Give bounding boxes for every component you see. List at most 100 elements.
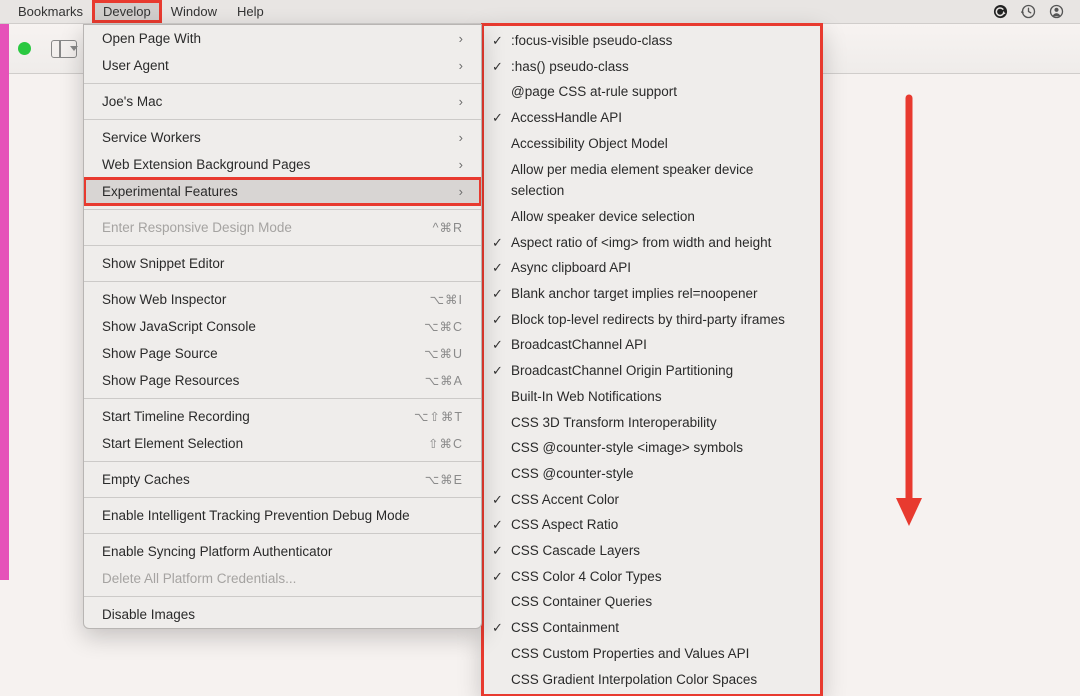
menu-separator [84, 596, 481, 597]
menu-timeline-recording[interactable]: Start Timeline Recording ⌥⇧⌘T [84, 403, 481, 430]
experimental-feature-item[interactable]: CSS Container Queries [483, 589, 821, 615]
feature-label: CSS Container Queries [511, 594, 652, 609]
experimental-feature-item[interactable]: ✓Block top-level redirects by third-part… [483, 307, 821, 333]
menu-delete-platform-credentials[interactable]: Delete All Platform Credentials... [84, 565, 481, 592]
feature-label: CSS Accent Color [511, 492, 619, 507]
menu-label: Show Web Inspector [102, 292, 226, 307]
experimental-feature-item[interactable]: ✓ Blank anchor target implies rel=noopene… [483, 281, 821, 307]
experimental-feature-item[interactable]: Allow speaker device selection [483, 204, 821, 230]
menu-element-selection[interactable]: Start Element Selection ⇧⌘C [84, 430, 481, 457]
experimental-feature-item[interactable]: Built-In Web Notifications [483, 384, 821, 410]
experimental-feature-item[interactable]: ✓ :has() pseudo-class [483, 54, 821, 80]
feature-label: CSS @counter-style <image> symbols [511, 440, 743, 455]
check-icon: ✓ [492, 283, 503, 305]
feature-label: Allow per media element speaker device s… [511, 162, 753, 199]
menu-open-page-with[interactable]: Open Page With › [84, 25, 481, 52]
experimental-feature-item[interactable]: ✓BroadcastChannel API [483, 332, 821, 358]
menu-separator [84, 398, 481, 399]
menu-label: Show JavaScript Console [102, 319, 256, 334]
chevron-right-icon: › [459, 58, 463, 73]
check-icon: ✓ [492, 566, 503, 588]
experimental-feature-item[interactable]: CSS @counter-style [483, 461, 821, 487]
menu-shortcut: ⌥⌘E [425, 472, 463, 487]
chevron-right-icon: › [459, 130, 463, 145]
experimental-feature-item[interactable]: ✓ :focus-visible pseudo-class [483, 28, 821, 54]
experimental-feature-item[interactable]: ✓Async clipboard API [483, 255, 821, 281]
sidebar-toggle-icon[interactable] [51, 40, 77, 58]
traffic-light-green[interactable] [18, 42, 31, 55]
feature-label: :has() pseudo-class [511, 59, 629, 74]
menu-label: Show Page Source [102, 346, 218, 361]
menu-label: Empty Caches [102, 472, 190, 487]
menu-page-resources[interactable]: Show Page Resources ⌥⌘A [84, 367, 481, 394]
menu-enable-sync-authenticator[interactable]: Enable Syncing Platform Authenticator [84, 538, 481, 565]
menu-responsive-design[interactable]: Enter Responsive Design Mode ^⌘R [84, 214, 481, 241]
feature-label: Blank anchor target implies rel=noopener [511, 286, 758, 301]
menu-js-console[interactable]: Show JavaScript Console ⌥⌘C [84, 313, 481, 340]
menu-separator [84, 497, 481, 498]
experimental-feature-item[interactable]: CSS Gradient Interpolation Color Spaces [483, 667, 821, 693]
menubar-left: Bookmarks Develop Window Help [8, 1, 274, 22]
experimental-feature-item[interactable]: ✓CSS Accent Color [483, 487, 821, 513]
feature-label: CSS Custom Properties and Values API [511, 646, 749, 661]
menu-label: Disable Images [102, 607, 195, 622]
menubar-window[interactable]: Window [161, 1, 227, 22]
grammarly-icon[interactable] [992, 4, 1008, 20]
menu-experimental-features[interactable]: Experimental Features › [84, 178, 481, 205]
check-icon: ✓ [492, 257, 503, 279]
feature-label: Block top-level redirects by third-party… [511, 312, 785, 327]
menu-user-agent[interactable]: User Agent › [84, 52, 481, 79]
feature-label: :focus-visible pseudo-class [511, 33, 672, 48]
menu-shortcut: ⌥⌘A [425, 373, 463, 388]
menu-separator [84, 281, 481, 282]
menu-enable-itp[interactable]: Enable Intelligent Tracking Prevention D… [84, 502, 481, 529]
menu-shortcut: ⌥⌘U [424, 346, 463, 361]
menu-snippet-editor[interactable]: Show Snippet Editor [84, 250, 481, 277]
menu-label: Delete All Platform Credentials... [102, 571, 296, 586]
feature-label: Allow speaker device selection [511, 209, 695, 224]
experimental-feature-item[interactable]: ✓ CSS Color 4 Color Types [483, 564, 821, 590]
feature-label: Accessibility Object Model [511, 136, 668, 151]
experimental-feature-item[interactable]: ✓AccessHandle API [483, 105, 821, 131]
history-icon[interactable] [1020, 4, 1036, 20]
experimental-feature-item[interactable]: ✓CSS Cascade Layers [483, 538, 821, 564]
chevron-right-icon: › [459, 94, 463, 109]
window-accent-strip [0, 24, 9, 580]
user-icon[interactable] [1048, 4, 1064, 20]
menubar-help[interactable]: Help [227, 1, 274, 22]
experimental-feature-item[interactable]: ✓BroadcastChannel Origin Partitioning [483, 358, 821, 384]
check-icon: ✓ [492, 540, 503, 562]
menu-joes-mac[interactable]: Joe's Mac › [84, 88, 481, 115]
menubar-right [992, 4, 1072, 20]
experimental-feature-item[interactable]: CSS @counter-style <image> symbols [483, 435, 821, 461]
check-icon: ✓ [492, 30, 503, 52]
experimental-feature-item[interactable]: ✓CSS Containment [483, 615, 821, 641]
experimental-feature-item[interactable]: Accessibility Object Model [483, 131, 821, 157]
menu-shortcut: ^⌘R [433, 220, 463, 235]
experimental-feature-item[interactable]: ✓Aspect ratio of <img> from width and he… [483, 230, 821, 256]
menubar-bookmarks[interactable]: Bookmarks [8, 1, 93, 22]
menu-web-inspector[interactable]: Show Web Inspector ⌥⌘I [84, 286, 481, 313]
check-icon: ✓ [492, 56, 503, 78]
experimental-feature-item[interactable]: CSS 3D Transform Interoperability [483, 410, 821, 436]
experimental-feature-item[interactable]: Allow per media element speaker device s… [483, 157, 821, 204]
menu-page-source[interactable]: Show Page Source ⌥⌘U [84, 340, 481, 367]
feature-label: CSS Color 4 Color Types [511, 569, 662, 584]
experimental-features-submenu: ✓ :focus-visible pseudo-class ✓ :has() pseu… [482, 24, 822, 696]
menu-empty-caches[interactable]: Empty Caches ⌥⌘E [84, 466, 481, 493]
feature-label: CSS Aspect Ratio [511, 517, 618, 532]
check-icon: ✓ [492, 107, 503, 129]
menu-label: Start Element Selection [102, 436, 243, 451]
menu-web-extension-bg[interactable]: Web Extension Background Pages › [84, 151, 481, 178]
menu-label: Web Extension Background Pages [102, 157, 310, 172]
experimental-feature-item[interactable]: ✓CSS Aspect Ratio [483, 512, 821, 538]
menu-separator [84, 245, 481, 246]
experimental-feature-item[interactable]: CSS Custom Properties and Values API [483, 641, 821, 667]
menubar-develop[interactable]: Develop [93, 1, 161, 22]
feature-label: CSS 3D Transform Interoperability [511, 415, 717, 430]
menu-disable-images[interactable]: Disable Images [84, 601, 481, 628]
menu-label: Experimental Features [102, 184, 238, 199]
menu-label: Open Page With [102, 31, 201, 46]
menu-service-workers[interactable]: Service Workers › [84, 124, 481, 151]
experimental-feature-item[interactable]: @page CSS at-rule support [483, 79, 821, 105]
